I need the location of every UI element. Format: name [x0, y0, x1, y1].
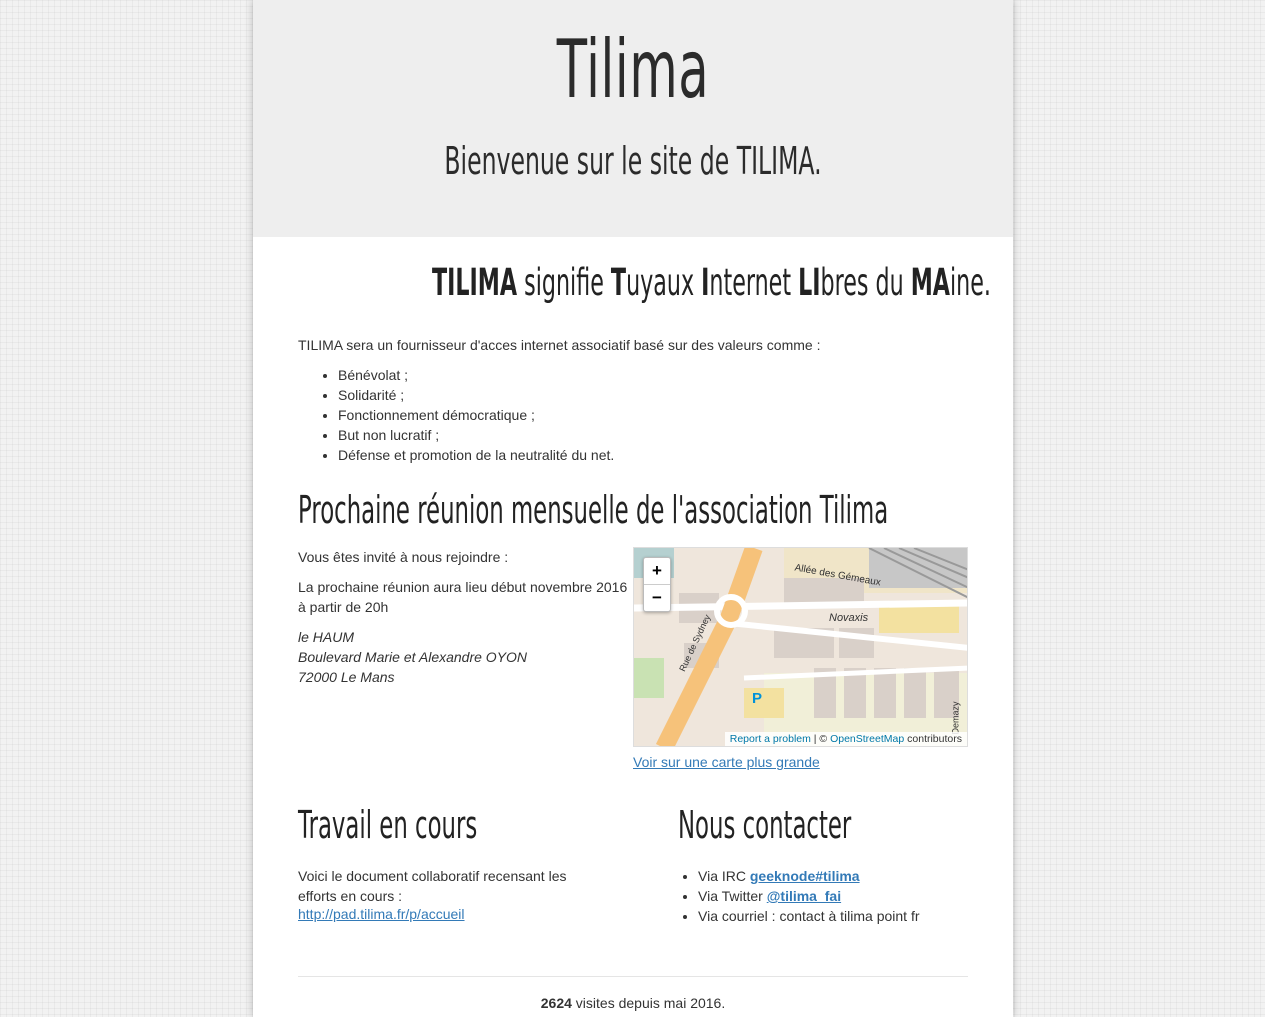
acronym-part: nternet — [709, 261, 799, 304]
meeting-info: Vous êtes invité à nous rejoindre : La p… — [298, 547, 633, 772]
main-content: TILIMA signifie Tuyaux Internet LIbres d… — [253, 237, 1013, 1011]
attribution-contributors: contributors — [904, 733, 962, 745]
irc-link[interactable]: geeknode#tilima — [750, 868, 860, 884]
list-item: Fonctionnement démocratique ; — [338, 405, 968, 425]
bottom-section: Travail en cours Voici le document colla… — [298, 800, 968, 926]
map-column: Allée des Gémeaux Novaxis Rue de Sydney … — [633, 547, 968, 772]
work-text: Voici le document collaboratif recensant… — [298, 868, 567, 904]
contact-heading: Nous contacter — [678, 803, 852, 847]
irc-prefix: Via IRC — [698, 868, 750, 884]
list-item: Via Twitter @tilima_fai — [698, 886, 968, 906]
parking-icon: P — [752, 690, 763, 707]
bigger-map-link[interactable]: Voir sur une carte plus grande — [633, 752, 968, 772]
zoom-out-button[interactable]: − — [644, 584, 670, 611]
acronym-part: ine. — [949, 261, 991, 304]
acronym-part: TILIMA — [432, 261, 518, 304]
address-line: le HAUM — [298, 629, 355, 645]
map-label-place: Novaxis — [829, 612, 869, 624]
site-header: Tilima Bienvenue sur le site de TILIMA. — [253, 0, 1013, 237]
zoom-in-button[interactable]: + — [644, 558, 670, 584]
report-problem-link[interactable]: Report a problem — [730, 733, 811, 745]
next-meeting-text: La prochaine réunion aura lieu début nov… — [298, 579, 628, 615]
list-item: Bénévolat ; — [338, 365, 968, 385]
openstreetmap-link[interactable]: OpenStreetMap — [830, 733, 904, 745]
acronym-meaning: TILIMA signifie Tuyaux Internet LIbres d… — [432, 257, 991, 309]
meeting-section: Vous êtes invité à nous rejoindre : La p… — [298, 547, 968, 772]
meeting-address: le HAUM Boulevard Marie et Alexandre OYO… — [298, 627, 633, 687]
zoom-control: + − — [643, 557, 671, 612]
work-heading: Travail en cours — [298, 803, 478, 847]
map-tiles[interactable] — [634, 548, 968, 747]
list-item: Via courriel : contact à tilima point fr — [698, 906, 968, 926]
acronym-part: bres du — [820, 261, 911, 304]
site-subtitle: Bienvenue sur le site de TILIMA. — [444, 139, 822, 183]
invite-text: Vous êtes invité à nous rejoindre : — [298, 549, 509, 565]
twitter-link[interactable]: @tilima_fai — [767, 888, 841, 904]
list-item: Via IRC geeknode#tilima — [698, 866, 968, 886]
attribution-separator: | © — [810, 733, 831, 745]
map-label-street: Demazy — [950, 701, 961, 735]
page-container: Tilima Bienvenue sur le site de TILIMA. … — [253, 0, 1013, 1017]
address-line: 72000 Le Mans — [298, 669, 395, 685]
acronym-part: signifie — [517, 261, 611, 304]
map-attribution: Report a problem | © OpenStreetMap contr… — [724, 732, 967, 746]
visit-count: 2624 — [540, 995, 572, 1011]
intro-text: TILIMA sera un fournisseur d'acces inter… — [298, 337, 821, 353]
visit-text: visites depuis mai 2016. — [571, 995, 726, 1011]
contact-list: Via IRC geeknode#tilima Via Twitter @til… — [678, 866, 968, 926]
acronym-part: uyaux — [626, 261, 702, 304]
acronym-part: MA — [910, 261, 950, 304]
footer-divider — [298, 976, 968, 977]
twitter-prefix: Via Twitter — [698, 888, 767, 904]
acronym-part: LI — [798, 261, 821, 304]
address-line: Boulevard Marie et Alexandre OYON — [298, 649, 528, 665]
work-section: Travail en cours Voici le document colla… — [298, 800, 678, 926]
acronym-part: I — [701, 261, 710, 304]
visit-counter: 2624 visites depuis mai 2016. — [298, 995, 968, 1011]
meeting-heading: Prochaine réunion mensuelle de l'associa… — [298, 488, 889, 532]
list-item: But non lucratif ; — [338, 425, 968, 445]
list-item: Défense et promotion de la neutralité du… — [338, 445, 968, 465]
map-embed[interactable]: Allée des Gémeaux Novaxis Rue de Sydney … — [633, 547, 968, 747]
values-list: Bénévolat ; Solidarité ; Fonctionnement … — [298, 365, 968, 465]
list-item: Solidarité ; — [338, 385, 968, 405]
site-title[interactable]: Tilima — [397, 0, 868, 118]
pad-link[interactable]: http://pad.tilima.fr/p/accueil — [298, 906, 465, 922]
acronym-part: T — [610, 261, 627, 304]
contact-section: Nous contacter Via IRC geeknode#tilima V… — [678, 800, 968, 926]
